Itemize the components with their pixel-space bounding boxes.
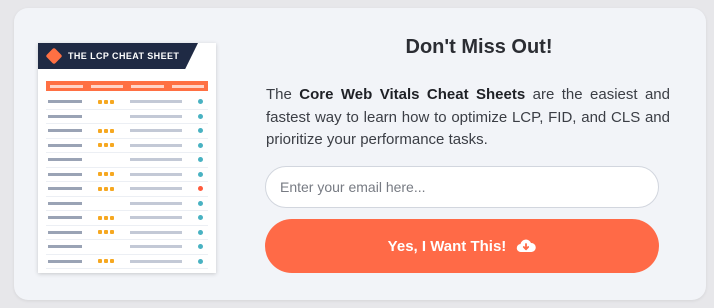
page-title: Don't Miss Out! [405,36,553,58]
cloud-download-icon [517,239,537,253]
cheat-sheet-title: THE LCP CHEAT SHEET [68,51,180,61]
cheat-sheet-row [46,153,208,168]
cheat-sheet-row [46,197,208,211]
cheat-sheet-table-header [46,81,208,91]
cheat-sheet-row [46,255,208,269]
email-input[interactable] [265,166,659,208]
cheat-sheet-table [46,95,208,273]
cheat-sheet-row [46,95,208,110]
cheat-sheet-preview: THE LCP CHEAT SHEET [38,43,216,273]
cheat-sheet-row [46,168,208,182]
description: The Core Web Vitals Cheat Sheets are the… [266,84,670,152]
cheat-sheet-row [46,269,208,273]
description-highlight: Core Web Vitals Cheat Sheets [299,86,526,103]
cheat-sheet-header: THE LCP CHEAT SHEET [38,43,198,69]
cheat-sheet-row [46,240,208,255]
cheat-sheet-row [46,139,208,153]
cheat-sheet-row [46,226,208,240]
submit-button[interactable]: Yes, I Want This! [265,219,659,273]
cheat-sheet-row [46,110,208,124]
cheat-sheet-row [46,211,208,226]
optin-card: THE LCP CHEAT SHEET Don't Miss Out! The … [14,8,706,300]
cheat-sheet-row [46,124,208,139]
description-prefix: The [266,86,300,103]
submit-button-label: Yes, I Want This! [387,237,507,255]
cheat-sheet-row [46,182,208,197]
flag-icon [45,47,63,65]
